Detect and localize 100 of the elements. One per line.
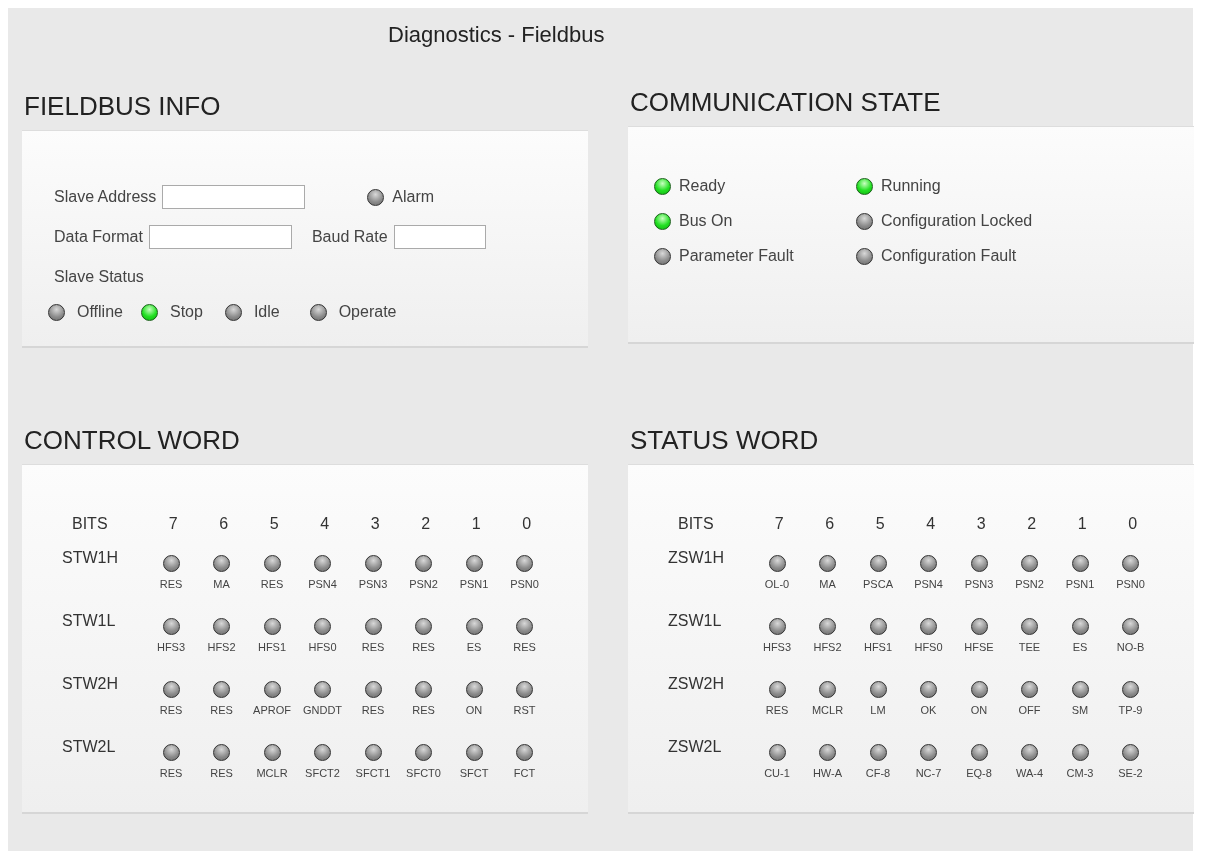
bit-number: 6 (218, 515, 230, 534)
bit-label: PSN3 (964, 578, 994, 590)
row-label: STW1H (62, 549, 119, 568)
bit-label: LM (870, 704, 886, 716)
bit-number: 1 (470, 515, 482, 534)
bit-number: 5 (874, 515, 886, 534)
bit-label: NO-B (1116, 641, 1145, 653)
bit-number: 5 (268, 515, 280, 534)
bit-label: ES (1072, 641, 1088, 653)
bit-label: RES (361, 641, 385, 653)
bit-label: TEE (1018, 641, 1041, 653)
bit-number: 7 (773, 515, 785, 534)
led-label: Ready (679, 177, 726, 195)
section-heading: COMMUNICATION STATE (630, 88, 942, 116)
bit-label: SFCT2 (305, 767, 340, 779)
bit-label: HFS3 (762, 641, 792, 653)
bit-label: PSCA (863, 578, 893, 590)
led-label: Bus On (679, 212, 733, 230)
led-label: Idle (253, 303, 280, 321)
bit-label: SM (1071, 704, 1089, 716)
bit-label: PSN0 (510, 578, 539, 590)
bit-number: 0 (521, 515, 533, 534)
bit-number: 4 (925, 515, 937, 534)
bit-number: 6 (824, 515, 836, 534)
bit-label: HW-A (812, 767, 843, 779)
bit-label: PSN4 (308, 578, 337, 590)
bit-label: RES (412, 704, 435, 716)
bit-label: PSN4 (914, 578, 943, 590)
bit-label: PSN0 (1116, 578, 1145, 590)
bit-label: MCLR (811, 704, 844, 716)
bit-label: CU-1 (764, 767, 790, 779)
bit-number: 2 (1026, 515, 1038, 534)
bit-label: HFS3 (156, 641, 186, 653)
bit-label: PSN2 (1015, 578, 1044, 590)
bit-label: MCLR (256, 767, 288, 779)
section-heading: CONTROL WORD (24, 426, 241, 454)
bit-number: 3 (975, 515, 987, 534)
row-label: ZSW1L (668, 612, 723, 631)
bit-label: EQ-8 (966, 767, 992, 779)
bit-number: 2 (420, 515, 432, 534)
bit-label: OL-0 (764, 578, 790, 590)
led-label: Offline (77, 303, 123, 321)
page-title: Diagnostics - Fieldbus (387, 22, 606, 49)
bit-label: SFCT1 (355, 767, 391, 779)
bit-label: NC-7 (915, 767, 942, 779)
bit-number: 7 (167, 515, 179, 534)
bit-label: RES (361, 704, 385, 716)
led-label: Alarm (392, 188, 435, 206)
bit-label: HFS1 (257, 641, 287, 653)
bit-label: RES (210, 704, 233, 716)
bit-label: RES (159, 578, 183, 590)
bit-label: TP-9 (1118, 704, 1143, 716)
input-field[interactable] (148, 225, 292, 249)
bit-label: HFS2 (813, 641, 842, 653)
bit-label: MA (819, 578, 836, 590)
led-label: Configuration Fault (881, 247, 1017, 265)
input-field[interactable] (162, 185, 306, 209)
field-label: Slave Address (54, 188, 157, 206)
section-heading: STATUS WORD (630, 426, 820, 454)
input-field[interactable] (393, 225, 486, 249)
led-label: Configuration Locked (881, 212, 1033, 230)
led-label: Stop (169, 303, 203, 321)
bit-label: RES (513, 641, 536, 653)
led-label: Running (881, 177, 941, 195)
field-label: Data Format (54, 228, 143, 246)
bit-label: RES (159, 767, 183, 779)
bit-label: RST (513, 704, 536, 716)
bit-label: SFCT (459, 767, 489, 779)
row-label: ZSW2L (668, 738, 723, 757)
bit-label: ON (970, 704, 988, 716)
bit-label: CF-8 (865, 767, 891, 779)
row-label: ZSW1H (668, 549, 725, 568)
bit-label: MA (213, 578, 230, 590)
row-label: STW2H (62, 675, 119, 694)
bit-label: PSN1 (459, 578, 489, 590)
bit-label: GNDDT (302, 704, 343, 716)
bit-label: PSN3 (358, 578, 388, 590)
bit-label: OK (920, 704, 937, 716)
bit-label: HFS0 (308, 641, 337, 653)
bit-label: PSN2 (409, 578, 438, 590)
bit-label: SFCT0 (406, 767, 441, 779)
row-label: STW2L (62, 738, 117, 757)
row-label: STW1L (62, 612, 117, 631)
bit-label: FCT (513, 767, 536, 779)
bit-label: RES (260, 578, 284, 590)
bit-label: HFS1 (863, 641, 893, 653)
column-header: BITS (71, 515, 109, 534)
section-heading: FIELDBUS INFO (24, 92, 222, 120)
bit-label: SE-2 (1118, 767, 1143, 779)
bit-label: RES (765, 704, 789, 716)
bit-label: HFSE (964, 641, 994, 653)
led-label: Parameter Fault (679, 247, 794, 265)
bit-label: HFS2 (207, 641, 236, 653)
bit-number: 0 (1127, 515, 1139, 534)
bit-label: WA-4 (1015, 767, 1044, 779)
led-label: Operate (338, 303, 397, 321)
column-header: BITS (677, 515, 715, 534)
bit-label: CM-3 (1066, 767, 1094, 779)
bit-number: 3 (369, 515, 381, 534)
bit-label: APROF (253, 704, 291, 716)
